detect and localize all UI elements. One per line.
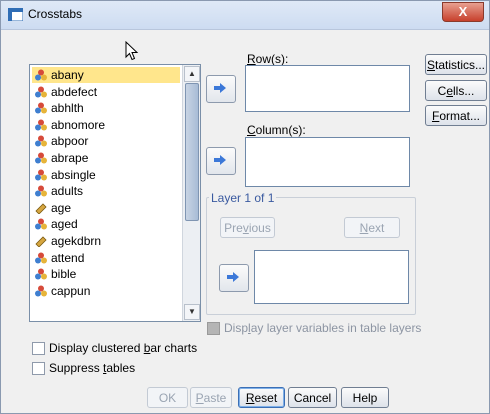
display-layer-label: Display layer variables in table layers xyxy=(224,321,422,335)
move-to-columns-button[interactable] xyxy=(206,147,236,175)
right-arrow-icon xyxy=(227,272,239,282)
nominal-variable-icon xyxy=(35,268,47,280)
nominal-variable-icon xyxy=(35,169,47,181)
layer-title: Layer 1 of 1 xyxy=(209,191,277,205)
variable-label: adults xyxy=(51,184,84,199)
source-variable-list[interactable]: abany abdefect abhlth abnomore abpoor abrape a… xyxy=(29,64,201,322)
variable-item-attend[interactable]: attend xyxy=(32,250,180,266)
paste-button[interactable]: Paste xyxy=(190,387,232,408)
variable-item-aged[interactable]: aged xyxy=(32,216,180,232)
next-layer-button[interactable]: Next xyxy=(344,217,400,238)
scroll-down-button[interactable]: ▼ xyxy=(184,304,200,320)
move-to-layer-button[interactable] xyxy=(219,264,249,292)
nominal-variable-icon xyxy=(35,218,47,230)
nominal-variable-icon xyxy=(35,102,47,114)
variable-label: abany xyxy=(51,68,84,82)
nominal-variable-icon xyxy=(35,69,47,81)
title-bar: Crosstabs X xyxy=(1,1,489,30)
cells-button[interactable]: Cells... xyxy=(425,80,487,101)
variable-item-abdefect[interactable]: abdefect xyxy=(32,84,180,100)
scale-variable-icon xyxy=(35,236,47,247)
nominal-variable-icon xyxy=(35,119,47,131)
list-vertical-scrollbar[interactable]: ▲ ▼ xyxy=(182,65,200,321)
window-title: Crosstabs xyxy=(28,7,83,21)
scale-variable-icon xyxy=(35,203,47,214)
variable-label: abnomore xyxy=(51,117,106,132)
variable-item-absingle[interactable]: absingle xyxy=(32,167,180,183)
display-layer-checkbox[interactable] xyxy=(207,322,220,335)
nominal-variable-icon xyxy=(35,252,47,264)
columns-label: Column(s): xyxy=(247,123,306,137)
format-button[interactable]: Format... xyxy=(425,105,487,126)
right-arrow-icon xyxy=(214,83,226,93)
variable-item-bible[interactable]: bible xyxy=(32,266,180,282)
variable-label: agekdbrn xyxy=(51,234,102,248)
crosstabs-app-icon xyxy=(8,8,23,21)
variable-label: abhlth xyxy=(51,101,84,116)
mouse-cursor-icon xyxy=(125,41,139,61)
variable-item-abhlth[interactable]: abhlth xyxy=(32,100,180,116)
move-to-rows-button[interactable] xyxy=(206,75,236,103)
variable-label: abrape xyxy=(51,151,89,165)
variable-item-age[interactable]: age xyxy=(32,200,180,216)
variable-item-agekdbrn[interactable]: agekdbrn xyxy=(32,233,180,249)
scroll-up-button[interactable]: ▲ xyxy=(184,66,200,82)
variable-item-cappun[interactable]: cappun xyxy=(32,283,180,299)
variable-item-abany[interactable]: abany xyxy=(32,67,180,83)
variable-item-abpoor[interactable]: abpoor xyxy=(32,133,180,149)
scrollbar-thumb[interactable] xyxy=(185,83,199,221)
statistics-button[interactable]: Statistics... xyxy=(425,54,487,75)
variable-label: abdefect xyxy=(51,84,98,99)
variable-item-abnomore[interactable]: abnomore xyxy=(32,117,180,133)
right-arrow-icon xyxy=(214,155,226,165)
nominal-variable-icon xyxy=(35,86,47,98)
layer-target-list[interactable] xyxy=(254,250,409,304)
suppress-tables-label: Suppress tables xyxy=(49,361,136,375)
variable-label: bible xyxy=(51,267,77,282)
columns-target-list[interactable] xyxy=(245,137,410,187)
close-button[interactable]: X xyxy=(442,2,484,22)
nominal-variable-icon xyxy=(35,152,47,164)
help-button[interactable]: Help xyxy=(341,387,389,408)
suppress-tables-checkbox[interactable] xyxy=(32,362,45,375)
variable-label: attend xyxy=(51,250,85,265)
variable-label: age xyxy=(51,200,72,215)
display-clustered-checkbox[interactable] xyxy=(32,342,45,355)
display-clustered-label: Display clustered bar charts xyxy=(49,341,198,355)
variable-item-adults[interactable]: adults xyxy=(32,183,180,199)
nominal-variable-icon xyxy=(35,135,47,147)
reset-button[interactable]: Reset xyxy=(238,387,285,408)
crosstabs-dialog: Crosstabs X abany abdefect abhlth abnomore a… xyxy=(0,0,490,414)
nominal-variable-icon xyxy=(35,185,47,197)
cancel-button[interactable]: Cancel xyxy=(288,387,337,408)
variable-label: aged xyxy=(51,217,78,232)
previous-layer-button[interactable]: Previous xyxy=(220,217,275,238)
rows-label: Row(s): xyxy=(247,52,289,66)
variable-label: absingle xyxy=(51,167,96,182)
variable-item-abrape[interactable]: abrape xyxy=(32,150,180,166)
ok-button[interactable]: OK xyxy=(147,387,188,408)
nominal-variable-icon xyxy=(35,285,47,297)
variable-label: cappun xyxy=(51,283,91,298)
rows-target-list[interactable] xyxy=(245,65,410,112)
variable-label: abpoor xyxy=(51,134,89,149)
